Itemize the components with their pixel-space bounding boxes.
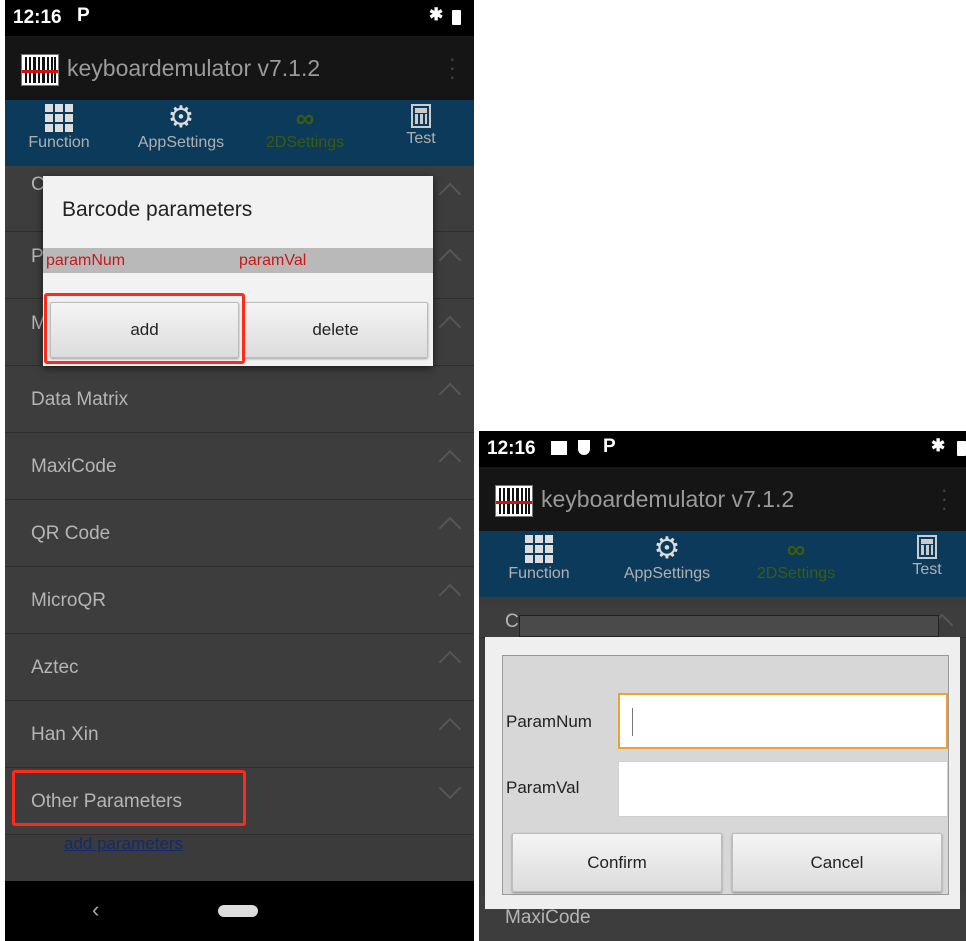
column-header-paramval: paramVal	[239, 252, 307, 269]
partial-input-frame	[519, 615, 939, 637]
battery-icon	[957, 441, 966, 456]
tab-bar: Function ⚙ AppSettings ∞ 2DSettings Test	[479, 531, 966, 597]
tab-bar: Function ⚙ AppSettings ∞ 2DSettings Test	[5, 100, 474, 166]
cancel-button[interactable]: Cancel	[732, 833, 942, 892]
highlight-box-other-parameters	[12, 770, 246, 826]
grid-icon	[525, 535, 553, 563]
link-icon: ∞	[295, 103, 315, 133]
home-pill-icon[interactable]	[218, 905, 258, 917]
status-time: 12:16	[487, 438, 536, 459]
grid-icon	[45, 104, 73, 132]
list-item-qr-code[interactable]: QR Code	[5, 500, 474, 567]
bluetooth-icon: ✱	[931, 436, 946, 455]
param-table-header: paramNum paramVal	[43, 248, 433, 273]
paramval-input[interactable]	[618, 761, 948, 817]
list-item-han-xin[interactable]: Han Xin	[5, 701, 474, 768]
link-icon: ∞	[786, 534, 806, 564]
calculator-icon	[411, 104, 431, 128]
chevron-down-icon	[438, 776, 462, 800]
chevron-up-icon	[438, 717, 462, 741]
back-icon[interactable]: ‹	[92, 897, 99, 923]
parameter-form: ParamNum ParamVal Confirm Cancel	[502, 655, 949, 895]
column-header-paramnum: paramNum	[46, 252, 126, 269]
gear-icon: ⚙	[167, 101, 195, 134]
app-bar: keyboardemulator v7.1.2 · · ·	[5, 36, 474, 100]
app-title: keyboardemulator v7.1.2	[541, 486, 795, 512]
status-bar: 12:16 P ✱	[5, 0, 474, 36]
app-title: keyboardemulator v7.1.2	[67, 55, 321, 81]
left-phone-screen: 12:16 P ✱ keyboardemulator v7.1.2 · · · Fu…	[5, 0, 474, 941]
paramnum-label: ParamNum	[506, 712, 592, 731]
tab-2dsettings[interactable]: ∞ 2DSettings	[251, 100, 359, 166]
overflow-menu-icon[interactable]: · · ·	[941, 479, 948, 519]
tab-function[interactable]: Function	[489, 531, 589, 597]
delete-button[interactable]: delete	[243, 302, 428, 358]
battery-icon	[452, 10, 461, 25]
confirm-button[interactable]: Confirm	[512, 833, 722, 892]
navigation-bar: ‹	[5, 881, 474, 941]
right-phone-screen: 12:16 P ✱ keyboardemulator v7.1.2 · · · Fu…	[479, 431, 966, 941]
gear-icon: ⚙	[653, 532, 681, 565]
status-bar: 12:16 P ✱	[479, 431, 966, 467]
overflow-menu-icon[interactable]: · · ·	[449, 48, 456, 88]
add-parameter-dialog: ParamNum ParamVal Confirm Cancel	[485, 637, 960, 909]
tab-function[interactable]: Function	[5, 100, 113, 166]
text-cursor	[632, 708, 633, 736]
chevron-up-icon	[438, 449, 462, 473]
dialog-title: Barcode parameters	[62, 198, 253, 221]
bluetooth-icon: ✱	[429, 5, 444, 24]
list-item-maxicode[interactable]: MaxiCode	[5, 433, 474, 500]
highlight-box-add-button	[44, 293, 245, 364]
chevron-up-icon	[438, 248, 462, 272]
chevron-up-icon	[438, 182, 462, 206]
tab-appsettings[interactable]: ⚙ AppSettings	[607, 531, 727, 597]
parking-icon: P	[77, 5, 90, 26]
image-icon	[551, 441, 567, 455]
paramnum-input[interactable]	[618, 693, 948, 749]
list-item-microqr[interactable]: MicroQR	[5, 567, 474, 634]
chevron-up-icon	[438, 315, 462, 339]
add-parameters-link[interactable]: add parameters	[64, 834, 183, 854]
list-item-aztec[interactable]: Aztec	[5, 634, 474, 701]
calculator-icon	[917, 535, 937, 559]
barcode-logo-icon	[21, 54, 59, 86]
list-item-data-matrix[interactable]: Data Matrix	[5, 366, 474, 433]
parking-icon: P	[603, 436, 616, 457]
tab-test[interactable]: Test	[897, 531, 957, 597]
barcode-logo-icon	[495, 485, 533, 517]
tab-2dsettings[interactable]: ∞ 2DSettings	[741, 531, 851, 597]
paramval-label: ParamVal	[506, 778, 580, 797]
app-bar: keyboardemulator v7.1.2 · · ·	[479, 467, 966, 531]
shield-icon	[578, 440, 590, 455]
status-time: 12:16	[13, 7, 62, 28]
chevron-up-icon	[438, 583, 462, 607]
chevron-up-icon	[438, 382, 462, 406]
tab-appsettings[interactable]: ⚙ AppSettings	[121, 100, 241, 166]
tab-test[interactable]: Test	[385, 100, 457, 166]
chevron-up-icon	[438, 650, 462, 674]
chevron-up-icon	[438, 516, 462, 540]
